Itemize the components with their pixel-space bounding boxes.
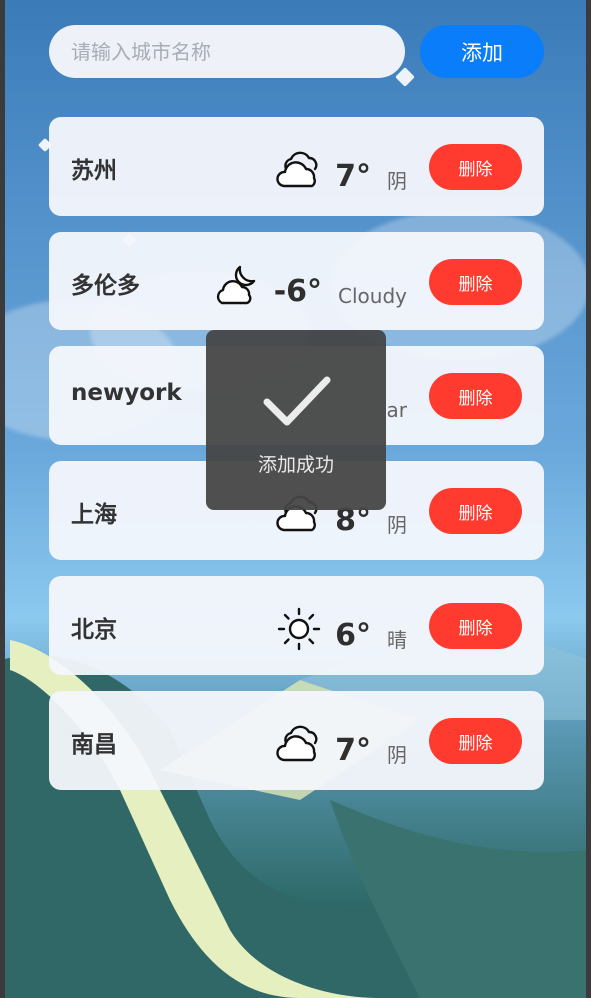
delete-city-button[interactable]: 删除 [429,488,522,534]
city-card: 南昌 7° 阴 删除 [49,691,544,790]
temperature: 7° [335,733,371,768]
city-name: 南昌 [71,732,117,758]
temperature: 6° [335,618,371,653]
city-name: 上海 [71,502,117,528]
weather-info: 6° 晴 [275,604,407,654]
delete-city-button[interactable]: 删除 [429,144,522,190]
weather-condition: 阴 [387,169,407,193]
city-card: 北京 6° 晴 删除 [49,576,544,675]
city-name: newyork [71,380,182,406]
cloudy-icon [276,725,318,762]
weather-condition: 晴 [387,628,407,652]
sun-icon [277,607,321,651]
city-card: 苏州 7° 阴 删除 [49,117,544,216]
cloud-moon-icon [216,265,255,305]
cloudy-icon [276,151,318,188]
success-toast: 添加成功 [206,330,386,510]
weather-condition: ar [386,398,407,422]
add-city-button[interactable]: 添加 [420,25,544,78]
weather-info: 7° 阴 [275,719,407,769]
temperature: -6° [273,274,323,309]
weather-info: 7° 阴 [275,145,407,195]
toast-message: 添加成功 [257,454,334,476]
checkmark-icon [263,376,331,426]
city-name: 苏州 [71,158,117,184]
app-screen: 添加 苏州 7° 阴 删除 多伦多 -6° Clo [0,0,591,998]
city-card: 多伦多 -6° Cloudy 删除 [49,232,544,330]
city-name: 北京 [71,617,117,643]
sparkle-decoration [395,67,415,87]
weather-condition: 阴 [387,513,407,537]
weather-info: -6° Cloudy [214,260,407,310]
weather-condition: Cloudy [338,284,407,308]
window-edge-left [0,0,5,998]
delete-city-button[interactable]: 删除 [429,373,522,419]
weather-condition: 阴 [387,743,407,767]
delete-city-button[interactable]: 删除 [429,718,522,764]
delete-city-button[interactable]: 删除 [429,259,522,305]
city-search-input[interactable] [49,25,405,78]
window-edge-right [586,0,591,998]
delete-city-button[interactable]: 删除 [429,603,522,649]
temperature: 7° [335,159,371,194]
city-name: 多伦多 [71,273,140,299]
